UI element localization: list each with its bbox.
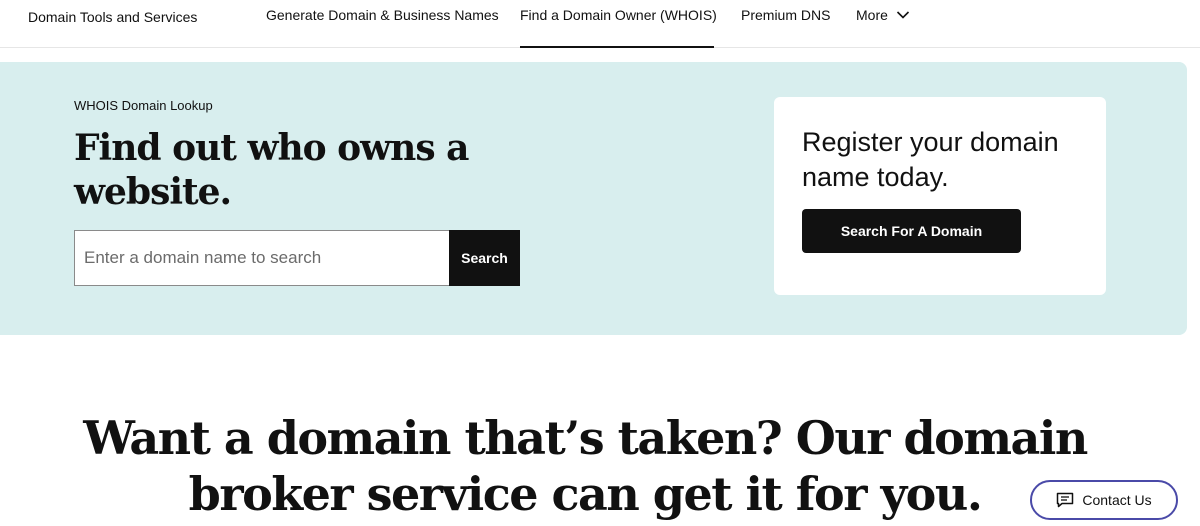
contact-us-label: Contact Us: [1082, 492, 1152, 508]
register-domain-card: Register your domain name today. Search …: [774, 97, 1106, 295]
hero-title: Find out who owns a website.: [74, 127, 469, 213]
whois-search-form: Search: [74, 230, 520, 286]
search-button[interactable]: Search: [449, 230, 520, 286]
domain-search-input[interactable]: [74, 230, 449, 286]
broker-headline: Want a domain that’s taken? Our domain b…: [83, 411, 1088, 521]
nav-more-label: More: [856, 7, 888, 23]
nav-item-premium-dns[interactable]: Premium DNS: [741, 7, 830, 48]
register-card-title: Register your domain name today.: [802, 127, 1059, 192]
nav-item-generate-names[interactable]: Generate Domain & Business Names: [266, 7, 499, 48]
whois-hero: WHOIS Domain Lookup Find out who owns a …: [0, 62, 1187, 335]
nav-item-more[interactable]: More: [856, 7, 910, 48]
brand-label[interactable]: Domain Tools and Services: [28, 9, 197, 25]
top-navigation: Domain Tools and Services Generate Domai…: [0, 0, 1200, 48]
contact-us-button[interactable]: Contact Us: [1030, 480, 1178, 520]
chat-icon: [1057, 492, 1074, 508]
hero-eyebrow: WHOIS Domain Lookup: [74, 98, 213, 113]
nav-item-whois[interactable]: Find a Domain Owner (WHOIS): [520, 7, 717, 48]
search-for-domain-button[interactable]: Search For A Domain: [802, 209, 1021, 253]
chevron-down-icon: [896, 11, 909, 19]
